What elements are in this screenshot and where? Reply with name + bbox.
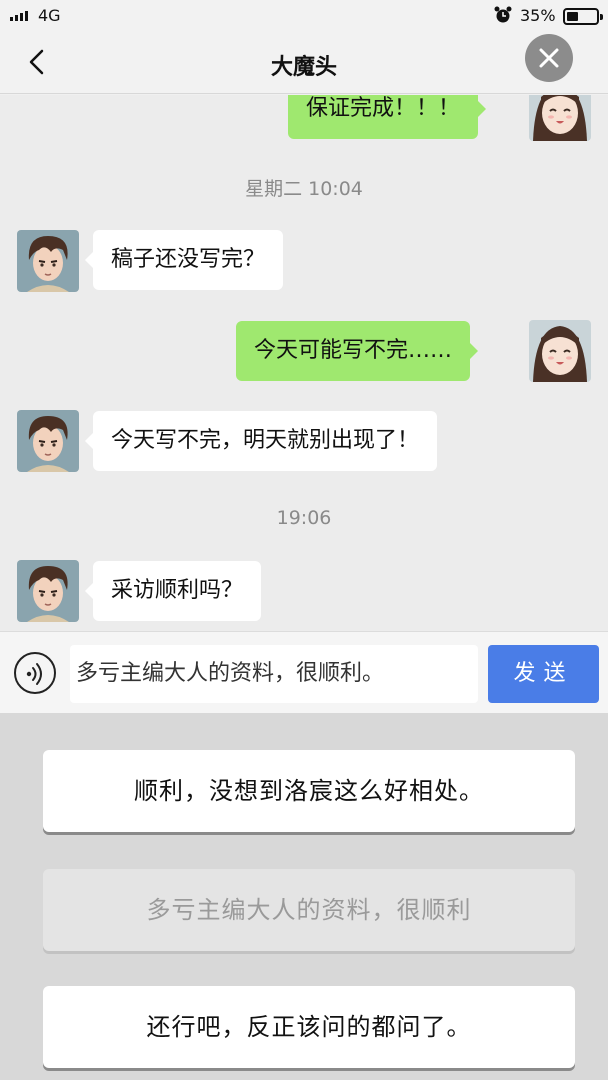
- battery-percent: 35%: [520, 6, 556, 25]
- reply-option[interactable]: 还行吧，反正该问的都问了。: [43, 986, 575, 1068]
- send-button[interactable]: 发送: [488, 645, 599, 703]
- battery-icon: [563, 8, 603, 25]
- voice-button[interactable]: [14, 652, 56, 694]
- alarm-icon: [494, 6, 512, 23]
- message-text: 今天写不完，明天就别出现了！: [111, 428, 420, 453]
- page-title: 大魔头: [270, 55, 337, 80]
- avatar-self[interactable]: [529, 95, 591, 141]
- timestamp: 星期二 10:04: [245, 178, 363, 200]
- nav-bar: 大魔头: [0, 32, 608, 94]
- status-bar: 4G 35%: [0, 0, 608, 32]
- message-text: 采访顺利吗？: [111, 578, 244, 603]
- message-bubble-incoming: 今天写不完，明天就别出现了！: [84, 411, 438, 471]
- close-icon: [539, 48, 559, 68]
- message-text: 保证完成！！！: [306, 96, 461, 121]
- reply-options: 顺利，没想到洛宸这么好相处。 多亏主编大人的资料，很顺利 还行吧，反正该问的都问…: [0, 713, 608, 1080]
- avatar-self[interactable]: [529, 320, 591, 382]
- avatar-contact[interactable]: [17, 230, 79, 292]
- message-text: 稿子还没写完？: [111, 247, 266, 272]
- message-bubble-incoming: 采访顺利吗？: [84, 561, 262, 621]
- message-text: 今天可能写不完……: [254, 338, 453, 363]
- chat-area[interactable]: 保证完成！！！ 星期二 10:04 稿子还没写完？ 今天可能写不完…… 今天写不…: [0, 95, 608, 631]
- avatar-contact[interactable]: [17, 410, 79, 472]
- reply-option-disabled: 多亏主编大人的资料，很顺利: [43, 869, 575, 951]
- message-input[interactable]: 多亏主编大人的资料，很顺利。: [70, 645, 478, 703]
- close-button[interactable]: [525, 34, 573, 82]
- timestamp: 19:06: [276, 507, 332, 529]
- input-bar: 多亏主编大人的资料，很顺利。 发送: [0, 631, 608, 713]
- message-bubble-outgoing: 保证完成！！！: [288, 95, 487, 139]
- signal-icon: [10, 11, 28, 21]
- avatar-contact[interactable]: [17, 560, 79, 622]
- reply-option[interactable]: 顺利，没想到洛宸这么好相处。: [43, 750, 575, 832]
- network-label: 4G: [38, 6, 61, 25]
- message-bubble-outgoing: 今天可能写不完……: [236, 321, 479, 381]
- message-bubble-incoming: 稿子还没写完？: [84, 230, 284, 290]
- voice-icon: [26, 663, 42, 685]
